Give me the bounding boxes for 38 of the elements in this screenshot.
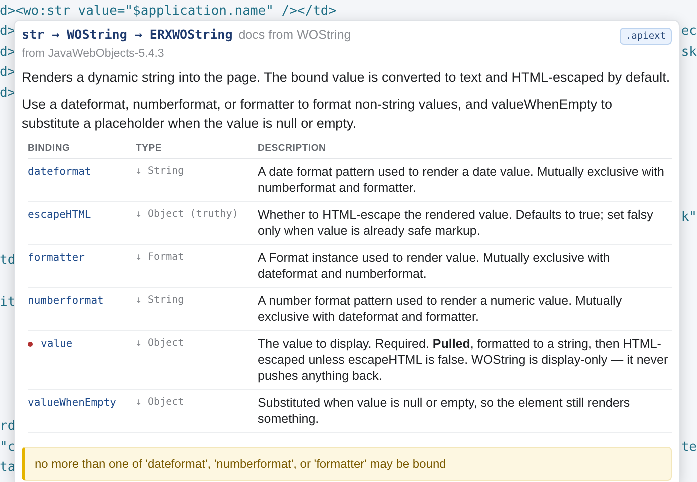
column-header: BINDING (28, 141, 136, 159)
description-paragraph: Renders a dynamic string into the page. The bound value is converted to text and HTML-escaped by default. (22, 69, 672, 87)
binding-type: ↓ Object (136, 397, 184, 408)
column-header: TYPE (136, 141, 258, 159)
binding-description: Substituted when value is null or empty, so the element still renders something. (258, 395, 632, 427)
binding-name: escapeHTML (28, 209, 92, 221)
code-fragment: k" (681, 210, 697, 225)
binding-name: valueWhenEmpty (28, 397, 117, 409)
binding-type: ↓ String (136, 295, 184, 306)
code-line: it (0, 295, 16, 310)
docs-source: docs from WOString (238, 28, 352, 42)
description-paragraph: Use a dateformat, numberformat, or formatter to format non-string values, and valueWhenEmpty to substitute a placeholder when the value is null or empty. (22, 96, 614, 133)
popup-title: str → WOString → ERXWOString (22, 27, 233, 42)
binding-type: ↓ Object (truthy) (136, 209, 238, 220)
origin-text: from JavaWebObjects-5.4.3 (22, 48, 166, 60)
code-fragment: te (681, 440, 697, 455)
warning-message: no more than one of 'dateformat', 'numberformat', or 'formatter' may be bound (22, 447, 672, 481)
binding-name: value (41, 338, 73, 350)
binding-description: A number format pattern used to render a numeric value. Mutually exclusive with dateformat and formatter. (258, 293, 624, 325)
binding-name: dateformat (28, 166, 92, 178)
column-header: DESCRIPTION (258, 141, 672, 159)
binding-name: formatter (28, 252, 85, 264)
code-line: d> (0, 86, 16, 101)
binding-type: ↓ Format (136, 252, 184, 263)
binding-type: ↓ Object (136, 338, 184, 349)
binding-description: The value to display. Required. Pulled, formatted to a string, then HTML-escaped unless escapeHTML is false. WOString is display-only — it never pushes anything back. (258, 336, 670, 384)
code-line: d><wo:str value="$application.name" /></td> (0, 4, 337, 19)
code-line: d> (0, 65, 16, 80)
code-fragment: ec (681, 24, 697, 40)
binding-name: numberformat (28, 295, 104, 307)
code-line: d> (0, 24, 16, 40)
code-fragment: sk (681, 44, 697, 60)
binding-description: A date format pattern used to render a date value. Mutually exclusive with numberformat and formatter. (258, 164, 666, 196)
binding-type: ↓ String (136, 166, 184, 177)
apiext-tag: .apiext (620, 28, 672, 45)
binding-description: A Format instance used to render value. Mutually exclusive with dateformat and numberformat. (258, 250, 612, 282)
code-line: d> (0, 44, 16, 60)
binding-description: Whether to HTML-escape the rendered value. Defaults to true; set falsy only when value is already safe markup. (258, 207, 654, 239)
